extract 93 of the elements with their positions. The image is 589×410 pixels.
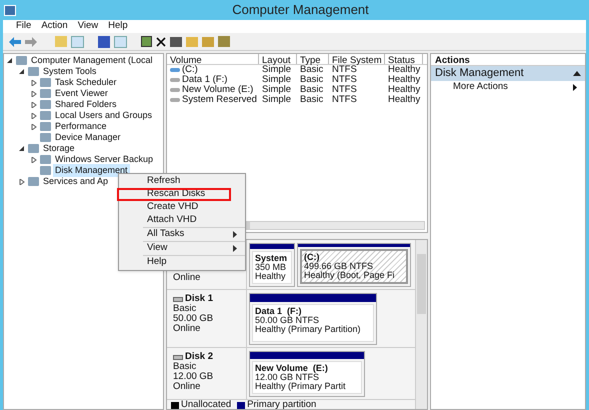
menu-item[interactable]: View — [74, 19, 102, 34]
window-title: Computer Management — [231, 1, 370, 20]
disk-name: Disk 1 — [185, 294, 213, 304]
tree-item[interactable]: Services and Ap — [41, 174, 110, 188]
partition-size: 350 MB — [255, 263, 288, 272]
delete-icon[interactable] — [156, 36, 166, 46]
collapsed-arrow-icon[interactable] — [31, 156, 37, 162]
table-cell-text: (C:) — [182, 64, 198, 76]
expanded-arrow-icon[interactable] — [19, 68, 25, 74]
table-cell-text: Healthy — [388, 64, 420, 75]
expanded-arrow-icon[interactable] — [7, 58, 13, 64]
context-menu-item[interactable]: Refresh — [117, 175, 245, 188]
table-cell-text: Basic — [300, 82, 324, 95]
tree-item[interactable]: Windows Server Backup — [53, 152, 156, 166]
tree-item[interactable]: Local Users and Groups — [53, 108, 154, 122]
tree-item[interactable]: System Tools — [41, 64, 98, 78]
partition-block[interactable]: Data 1 (F:) 50.00 GB NTFS Healthy (Primary Partition) — [249, 293, 377, 345]
disk-size: 50.00 GB — [173, 314, 214, 324]
menu-item[interactable]: Action — [38, 19, 71, 34]
context-menu-item[interactable]: Create VHD — [117, 201, 245, 214]
tree-item[interactable]: Computer Management (Local — [29, 54, 155, 68]
partition-name: (C:) — [304, 253, 320, 262]
partition-name: System — [255, 254, 288, 263]
table-cell-text: Healthy — [388, 84, 420, 95]
disk-type: Basic — [173, 304, 198, 314]
app-icon — [4, 4, 16, 16]
context-menu-item[interactable]: Attach VHD — [117, 214, 245, 227]
partition-block[interactable]: New Volume (E:) 12.00 GB NTFS Healthy (Primary Partit — [249, 351, 365, 397]
collapsed-arrow-icon[interactable] — [31, 80, 37, 86]
table-cell-text: Basic — [300, 64, 324, 75]
table-cell-text: NTFS — [332, 92, 357, 107]
partition-health: Healthy (Primary Partition) — [255, 325, 362, 334]
column-header[interactable]: Volume — [167, 54, 259, 64]
collapsed-arrow-icon[interactable] — [31, 112, 37, 118]
table-cell-text: Data 1 (F:) — [182, 74, 228, 85]
disk-status: Online — [173, 382, 202, 392]
disk-name: Disk 2 — [185, 352, 213, 362]
table-cell-text: NTFS — [332, 82, 357, 95]
table-cell-text: System Reserved — [182, 94, 257, 107]
tree-item[interactable]: Performance — [53, 120, 109, 134]
partition-size: 50.00 GB NTFS — [255, 316, 320, 325]
table-cell-text: Healthy — [388, 94, 420, 107]
partition-health: Healthy (Primary Partit — [255, 382, 347, 391]
partition-block[interactable]: System 350 MB Healthy — [249, 243, 295, 287]
table-cell-text: Simple — [262, 74, 292, 85]
column-header[interactable]: Type — [297, 54, 329, 64]
table-cell-text: Simple — [262, 84, 292, 95]
collapsed-arrow-icon[interactable] — [19, 178, 25, 184]
menu-item[interactable]: Help — [105, 19, 131, 34]
table-cell-text: Healthy — [388, 74, 420, 85]
table-cell-text: NTFS — [332, 72, 357, 85]
tree-item[interactable]: Disk Management — [53, 164, 130, 178]
tree-item[interactable]: Event Viewer — [53, 86, 110, 100]
table-cell-text: Simple — [262, 64, 292, 75]
table-cell-text: Basic — [300, 72, 324, 85]
context-menu-item[interactable]: View — [117, 242, 245, 255]
disk-status: Online — [173, 273, 202, 283]
back-arrow-icon[interactable] — [9, 36, 21, 46]
tree-item[interactable]: Device Manager — [53, 130, 123, 144]
partition-name: New Volume (E:) — [255, 364, 329, 373]
collapsed-arrow-icon[interactable] — [31, 102, 37, 108]
table-cell-text: Simple — [262, 94, 292, 107]
actions-section-header[interactable]: Disk Management — [431, 66, 585, 81]
vertical-scrollbar[interactable] — [415, 240, 427, 409]
submenu-arrow-icon — [573, 84, 577, 90]
tree-item[interactable]: Shared Folders — [53, 98, 119, 112]
partition-health: Healthy — [255, 272, 287, 281]
table-cell-text: Basic — [300, 92, 324, 107]
tree-item[interactable]: Task Scheduler — [53, 76, 119, 90]
collapse-arrow-icon[interactable] — [573, 71, 581, 76]
collapsed-arrow-icon[interactable] — [31, 90, 37, 96]
disk-type: Basic — [173, 362, 198, 372]
collapsed-arrow-icon[interactable] — [31, 124, 37, 130]
column-header[interactable]: File System — [329, 54, 385, 64]
context-menu-item[interactable]: All Tasks — [117, 228, 245, 241]
partition-size: 499.66 GB NTFS — [304, 262, 374, 271]
expanded-arrow-icon[interactable] — [19, 146, 25, 152]
menu-item[interactable]: File — [13, 19, 34, 34]
tree-item[interactable]: Storage — [41, 142, 77, 156]
context-menu-item[interactable]: Help — [117, 256, 245, 269]
column-header[interactable]: Layout — [259, 54, 297, 64]
action-link[interactable]: More Actions — [431, 81, 585, 93]
partition-size: 12.00 GB NTFS — [255, 373, 320, 382]
disk-status: Online — [173, 324, 202, 334]
partition-name: Data 1 (F:) — [255, 307, 303, 316]
partition-block[interactable]: (C:) 499.66 GB NTFS Healthy (Boot, Page Fi — [297, 243, 411, 287]
partition-health: Healthy (Boot, Page Fi — [304, 271, 396, 280]
disk-size: 12.00 GB — [173, 372, 214, 382]
table-cell-text: NTFS — [332, 64, 357, 75]
legend-label: Primary partition — [247, 398, 316, 409]
column-header[interactable]: Status — [385, 54, 423, 64]
table-cell-text: New Volume (E:) — [182, 84, 254, 95]
legend-label: Unallocated — [181, 398, 232, 409]
